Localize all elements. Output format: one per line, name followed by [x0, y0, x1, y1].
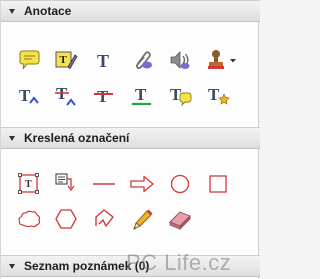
- line-button[interactable]: [91, 171, 117, 197]
- arrow-button[interactable]: [129, 171, 155, 197]
- record-audio-button[interactable]: [167, 47, 193, 73]
- callout-icon: [55, 173, 75, 192]
- arrow-icon: [130, 175, 154, 193]
- eraser-icon: [169, 211, 191, 231]
- text-box-annotation-icon: T: [55, 51, 78, 70]
- replace-text-icon: T: [55, 84, 76, 106]
- rectangle-button[interactable]: [205, 171, 231, 197]
- svg-text:T: T: [19, 86, 31, 105]
- connected-lines-icon: [95, 209, 114, 227]
- svg-text:T: T: [25, 179, 32, 190]
- sticky-note-icon: [19, 50, 40, 70]
- record-audio-icon: [170, 51, 190, 69]
- text-callout-icon: T: [170, 85, 192, 107]
- cloud-icon: [18, 210, 41, 228]
- insert-text-button[interactable]: T: [16, 82, 42, 108]
- polygon-icon: [55, 209, 77, 229]
- underline-button[interactable]: T: [129, 82, 155, 108]
- polygon-button[interactable]: [53, 206, 79, 232]
- pencil-icon: [133, 209, 153, 230]
- attach-file-button[interactable]: [129, 47, 155, 73]
- chevron-down-icon: [230, 59, 236, 63]
- callout-button[interactable]: [53, 171, 79, 197]
- drawing-section-header[interactable]: Kreslená označení: [1, 127, 260, 149]
- eraser-button[interactable]: [167, 206, 193, 232]
- add-text-button[interactable]: T: [91, 47, 117, 73]
- rectangle-icon: [209, 175, 227, 193]
- pencil-button[interactable]: [129, 206, 155, 232]
- oval-button[interactable]: [167, 171, 193, 197]
- insert-text-icon: T: [19, 86, 39, 105]
- svg-text:T: T: [60, 54, 68, 66]
- add-text-icon: T: [97, 51, 109, 71]
- strikethrough-button[interactable]: T: [91, 82, 117, 108]
- annotations-section-header[interactable]: Anotace: [1, 0, 260, 22]
- svg-text:T: T: [97, 51, 109, 71]
- line-icon: [93, 183, 115, 185]
- oval-icon: [170, 174, 190, 194]
- strikethrough-icon: T: [94, 87, 113, 106]
- underline-icon: T: [132, 85, 151, 106]
- collapse-triangle-icon: [9, 9, 15, 14]
- drawing-section-title: Kreslená označení: [24, 131, 130, 145]
- attach-file-icon: [136, 51, 152, 69]
- annotations-section-title: Anotace: [24, 4, 72, 18]
- replace-text-button[interactable]: T: [53, 82, 79, 108]
- text-box-button[interactable]: T: [16, 171, 42, 197]
- collapse-triangle-icon: [9, 264, 15, 269]
- text-callout-button[interactable]: T: [167, 82, 193, 108]
- watermark: PC Life.cz: [126, 250, 232, 275]
- cloud-button[interactable]: [16, 206, 42, 232]
- stamp-dropdown[interactable]: [228, 47, 238, 73]
- collapse-triangle-icon: [9, 136, 15, 141]
- text-format-button[interactable]: T: [205, 82, 231, 108]
- svg-text:T: T: [97, 87, 109, 106]
- connected-lines-button[interactable]: [91, 206, 117, 232]
- text-box-annotation-button[interactable]: T: [53, 47, 79, 73]
- svg-text:T: T: [135, 85, 147, 104]
- sticky-note-button[interactable]: [16, 47, 42, 73]
- svg-text:T: T: [208, 85, 220, 104]
- text-box-icon: T: [18, 173, 39, 194]
- text-format-icon: T: [208, 85, 230, 105]
- comment-panel: Anotace T T T T T T T T Kreslená označen…: [0, 0, 260, 279]
